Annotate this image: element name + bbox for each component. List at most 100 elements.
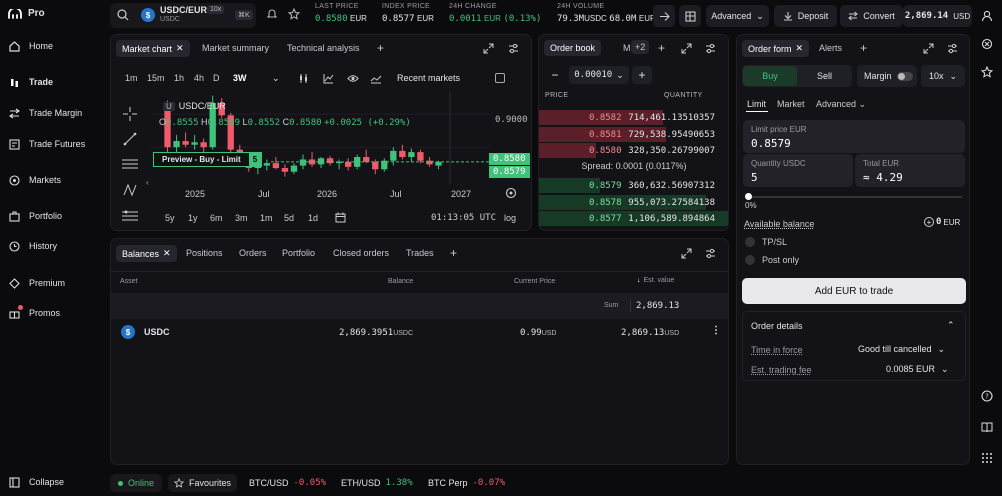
nav-item-premium[interactable]: Premium: [8, 277, 65, 289]
settings-icon[interactable]: [981, 38, 993, 50]
candle-body[interactable]: [200, 142, 207, 148]
candle-body[interactable]: [272, 163, 280, 169]
tab-balances[interactable]: Balances ✕: [116, 245, 177, 262]
panel-settings-icon[interactable]: [947, 43, 958, 54]
total-input[interactable]: ≈ 4.29: [863, 171, 903, 184]
expand-icon[interactable]: [483, 43, 494, 54]
range-5d[interactable]: 5d: [284, 213, 294, 223]
interval-1m[interactable]: 1m: [125, 73, 138, 83]
table-row[interactable]: $ USDC 2,869.3951USDC 0.99USD 2,869.13US…: [111, 321, 728, 345]
user-icon[interactable]: [981, 10, 993, 22]
tab-orders[interactable]: Orders: [239, 248, 267, 258]
preview-order-line-label[interactable]: Preview - Buy - Limit 5: [153, 152, 263, 167]
range-3m[interactable]: 3m: [235, 213, 248, 223]
interval-dropdown[interactable]: ⌄: [272, 73, 280, 84]
tick-increase-button[interactable]: +: [632, 66, 652, 84]
candle-body[interactable]: [417, 152, 424, 161]
tab-closed-orders[interactable]: Closed orders: [333, 248, 389, 258]
layout-button[interactable]: [679, 5, 701, 27]
amount-slider-track[interactable]: [747, 196, 962, 198]
time-in-force-select[interactable]: Good till cancelled ⌄: [858, 344, 945, 355]
expand-icon[interactable]: [681, 43, 692, 54]
nav-item-portfolio[interactable]: Portfolio: [8, 210, 62, 222]
buy-button[interactable]: Buy: [743, 66, 797, 86]
ask-row[interactable]: 0.8581 729,538.95490653: [539, 126, 728, 142]
expand-icon[interactable]: [923, 43, 934, 54]
range-6m[interactable]: 6m: [210, 213, 223, 223]
trading-fee-select[interactable]: 0.0085 EUR ⌄: [886, 364, 949, 375]
interval-15m[interactable]: 15m: [147, 73, 165, 83]
watchlist-star-icon[interactable]: [981, 66, 993, 78]
expand-icon[interactable]: [681, 248, 692, 259]
bid-row[interactable]: 0.8579 360,632.56907312: [539, 178, 728, 193]
tick-decrease-button[interactable]: −: [545, 67, 565, 83]
eye-icon[interactable]: [347, 73, 359, 84]
recent-markets-button[interactable]: Recent markets: [397, 73, 460, 83]
next-arrow-button[interactable]: [653, 5, 675, 27]
nav-item-history[interactable]: History: [8, 240, 57, 252]
deposit-button[interactable]: Deposit: [774, 5, 837, 27]
tab-market-trades[interactable]: M: [623, 43, 631, 53]
panel-settings-icon[interactable]: [508, 43, 519, 54]
brand-logo[interactable]: Pro: [8, 8, 45, 19]
add-tab-button[interactable]: +: [658, 41, 665, 55]
sell-button[interactable]: Sell: [798, 66, 851, 86]
ticker-btc-perp[interactable]: BTC Perp -0.07%: [428, 478, 505, 488]
candle-body[interactable]: [399, 150, 406, 158]
favourites-button[interactable]: Favourites: [168, 474, 238, 492]
candle-body[interactable]: [435, 161, 442, 166]
add-tab-button[interactable]: +: [450, 246, 457, 260]
quantity-field[interactable]: Quantity USDC 5: [743, 154, 853, 187]
plus-circle-icon[interactable]: +: [924, 217, 934, 227]
convert-button[interactable]: Convert: [840, 5, 903, 27]
tab-alerts[interactable]: Alerts: [819, 43, 842, 53]
candle-body[interactable]: [345, 161, 352, 167]
order-type-limit[interactable]: Limit: [747, 99, 766, 109]
limit-price-input[interactable]: 0.8579: [751, 137, 791, 150]
candle-body[interactable]: [191, 142, 198, 145]
interval-d[interactable]: D: [213, 73, 220, 83]
quantity-input[interactable]: 5: [751, 171, 758, 184]
candle-body[interactable]: [317, 158, 325, 165]
log-scale-toggle[interactable]: log: [504, 213, 516, 223]
range-5y[interactable]: 5y: [165, 213, 175, 223]
tick-size-select[interactable]: 0.00010 ⌄: [569, 66, 629, 84]
close-icon[interactable]: ✕: [163, 248, 171, 259]
indicators-icon[interactable]: [323, 73, 334, 84]
order-type-market[interactable]: Market: [777, 99, 805, 109]
candle-body[interactable]: [363, 157, 370, 162]
add-eur-button[interactable]: Add EUR to trade: [742, 278, 966, 304]
tab-positions[interactable]: Positions: [186, 248, 223, 258]
tab-order-form[interactable]: Order form ✕: [742, 40, 810, 57]
book-icon[interactable]: [981, 421, 993, 433]
calendar-icon[interactable]: [335, 212, 346, 223]
pattern-icon[interactable]: [123, 183, 137, 197]
row-more-icon[interactable]: ⋮: [711, 325, 721, 336]
recent-markets-checkbox[interactable]: [495, 73, 505, 83]
candle-body[interactable]: [390, 150, 397, 161]
nav-item-promos[interactable]: Promos: [8, 305, 60, 319]
candle-body[interactable]: [299, 159, 307, 166]
collapse-tools-icon[interactable]: ‹: [146, 178, 149, 187]
tab-market-chart[interactable]: Market chart ✕: [116, 40, 190, 57]
candle-body[interactable]: [372, 161, 379, 170]
search-icon[interactable]: [117, 9, 129, 21]
nav-item-markets[interactable]: Markets: [8, 174, 61, 186]
range-1m[interactable]: 1m: [260, 213, 273, 223]
candle-body[interactable]: [182, 141, 189, 145]
candle-body[interactable]: [281, 168, 289, 172]
range-1d[interactable]: 1d: [308, 213, 318, 223]
candle-body[interactable]: [426, 160, 433, 165]
layers-icon[interactable]: [121, 209, 139, 223]
advanced-dropdown[interactable]: Advanced ⌄: [706, 5, 769, 27]
close-icon[interactable]: ✕: [796, 43, 804, 54]
nav-item-trade-margin[interactable]: Trade Margin: [8, 107, 82, 119]
amount-slider-handle[interactable]: [745, 193, 752, 200]
more-tabs-button[interactable]: +2: [631, 40, 650, 54]
tab-market-summary[interactable]: Market summary: [202, 43, 269, 53]
account-balance[interactable]: 2,869.14 USD: [903, 5, 972, 27]
candle-body[interactable]: [290, 165, 298, 172]
interval-4h[interactable]: 4h: [194, 73, 204, 83]
candle-body[interactable]: [173, 141, 180, 148]
leverage-select[interactable]: 10x ⌄: [921, 65, 965, 87]
